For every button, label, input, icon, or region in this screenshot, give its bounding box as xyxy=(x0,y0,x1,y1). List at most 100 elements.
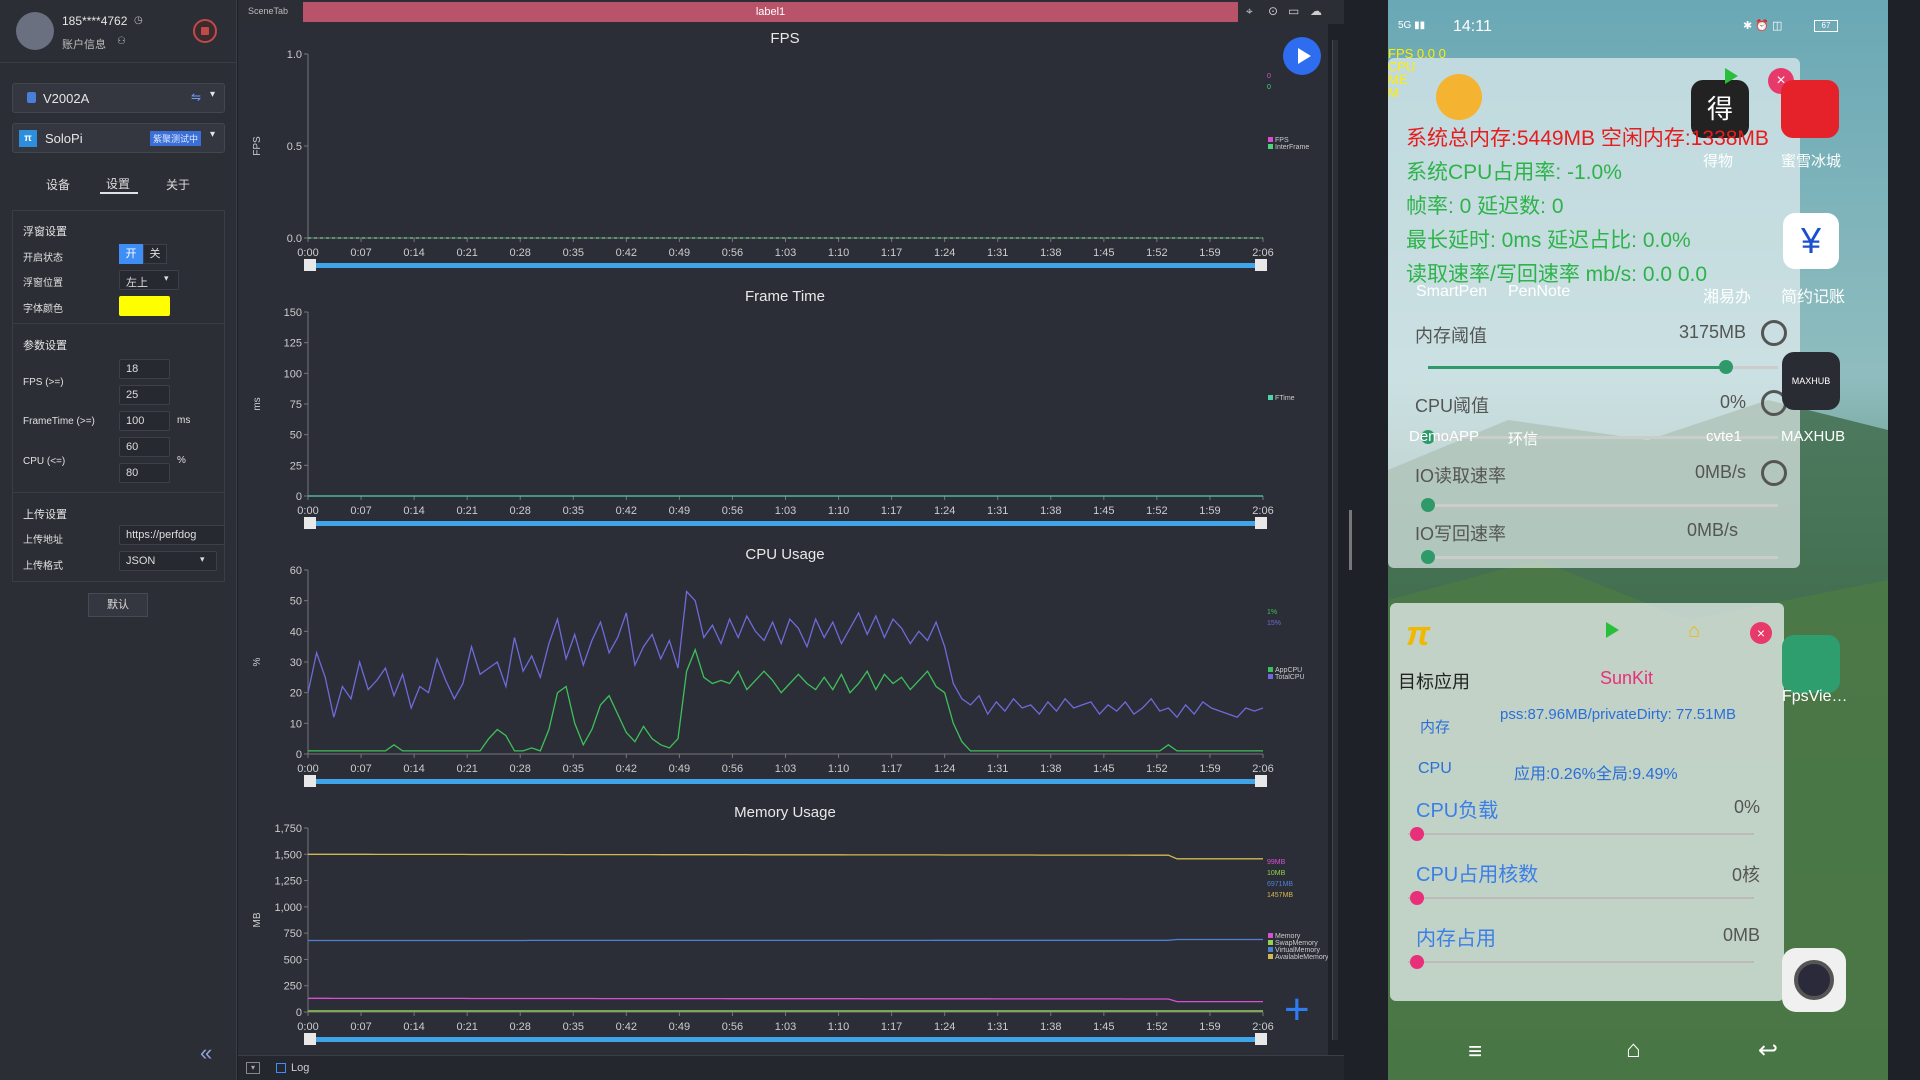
user-info-label[interactable]: 账户信息 xyxy=(62,36,106,52)
current-value: 15% xyxy=(1267,620,1281,627)
toggle-on[interactable]: 开 xyxy=(119,244,143,264)
chevron-down-icon[interactable]: ▾ xyxy=(246,1062,260,1074)
back-icon[interactable]: ↩ xyxy=(1758,1036,1778,1065)
y-tick-label: 750 xyxy=(284,928,302,940)
float-position-select[interactable]: 左上 ▾ xyxy=(119,270,179,290)
frametime-input[interactable]: 100 xyxy=(119,411,170,431)
y-axis-label: MB xyxy=(252,912,263,927)
fpsviewer-icon[interactable] xyxy=(1782,635,1840,693)
x-tick-label: 0:00 xyxy=(297,1021,318,1033)
cpu-threshold-value: 0% xyxy=(1719,392,1746,412)
scrollbar[interactable] xyxy=(1332,40,1338,1040)
status-time: 14:11 xyxy=(1453,18,1492,35)
play-icon[interactable] xyxy=(1725,68,1738,84)
range-handle-right xyxy=(1255,775,1267,787)
app-select[interactable]: π SoloPi 紫聚测试中 ▾ xyxy=(12,123,225,153)
x-tick-label: 0:35 xyxy=(563,763,584,775)
x-tick-label: 1:52 xyxy=(1146,1021,1167,1033)
io-read-threshold-slider[interactable] xyxy=(1428,504,1778,507)
device-select[interactable]: V2002A ⇋ ▾ xyxy=(12,83,225,113)
x-tick-label: 0:14 xyxy=(403,763,424,775)
fps-input-1[interactable]: 18 xyxy=(119,359,170,379)
tab-device[interactable]: 设备 xyxy=(46,176,70,193)
cpu-input-2[interactable]: 80 xyxy=(119,463,170,483)
range-handle-left xyxy=(304,259,316,271)
default-button[interactable]: 默认 xyxy=(88,593,148,617)
home-nav-icon[interactable]: ⌂ xyxy=(1626,1036,1641,1064)
home-icon[interactable]: ⌂ xyxy=(1688,620,1700,643)
y-tick-label: 0.0 xyxy=(287,233,302,245)
fps-input-2[interactable]: 25 xyxy=(119,385,170,405)
stop-button[interactable] xyxy=(193,19,217,43)
legend-label: SwapMemory xyxy=(1275,940,1318,947)
io-write-threshold-slider[interactable] xyxy=(1428,556,1778,559)
avatar[interactable] xyxy=(16,12,54,50)
log-checkbox[interactable] xyxy=(276,1063,286,1073)
cpu-label: CPU xyxy=(1418,760,1452,777)
x-tick-label: 0:14 xyxy=(403,247,424,259)
user-phone: 185****4762 xyxy=(62,14,128,28)
cpu-cores-slider[interactable] xyxy=(1408,897,1754,899)
memory-usage-value: 0MB xyxy=(1722,925,1760,945)
pin-icon[interactable]: ⊙ xyxy=(1268,4,1278,18)
x-tick-label: 0:35 xyxy=(563,1021,584,1033)
cloud-icon[interactable]: ☁ xyxy=(1310,4,1322,18)
cpu-value: 应用:0.26%全局:9.49% xyxy=(1514,766,1678,783)
slider-knob[interactable] xyxy=(1410,955,1424,969)
x-tick-label: 1:10 xyxy=(828,505,849,517)
scene-tab[interactable]: SceneTab xyxy=(248,6,288,16)
tab-settings[interactable]: 设置 xyxy=(106,175,130,192)
series-line-availablememory xyxy=(308,853,1263,860)
y-tick-label: 20 xyxy=(290,688,302,700)
maxhub-icon[interactable]: MAXHUB xyxy=(1782,352,1840,410)
yuan-app-icon[interactable]: ¥ xyxy=(1783,213,1839,269)
upload-address-input[interactable]: https://perfdog xyxy=(119,525,225,545)
cpu-load-slider[interactable] xyxy=(1408,833,1754,835)
slider-knob[interactable] xyxy=(1410,827,1424,841)
range-handle-right xyxy=(1255,259,1267,271)
cpu-input-1[interactable]: 60 xyxy=(119,437,170,457)
close-icon[interactable]: × xyxy=(1750,622,1772,644)
upload-format-select[interactable]: JSON ▾ xyxy=(119,551,217,571)
slider-knob[interactable] xyxy=(1421,498,1435,512)
slider-knob[interactable] xyxy=(1421,550,1435,564)
play-icon[interactable] xyxy=(1606,622,1619,638)
legend-swatch xyxy=(1268,144,1273,149)
folder-icon[interactable]: ▭ xyxy=(1288,4,1299,18)
y-tick-label: 1,500 xyxy=(274,849,302,861)
y-tick-label: 1,750 xyxy=(274,823,302,835)
x-tick-label: 1:59 xyxy=(1199,1021,1220,1033)
x-tick-label: 1:17 xyxy=(881,247,902,259)
float-position-value: 左上 xyxy=(126,277,148,289)
x-tick-label: 1:24 xyxy=(934,247,955,259)
splitter-handle[interactable] xyxy=(1349,510,1352,570)
play-button[interactable] xyxy=(1283,37,1321,75)
cpu-cores-value: 0核 xyxy=(1731,865,1760,885)
io-write-threshold-label: IO写回速率 xyxy=(1415,524,1507,544)
target-app-name[interactable]: SunKit xyxy=(1600,668,1653,689)
location-icon[interactable]: ⌖ xyxy=(1246,4,1253,19)
scene-label[interactable]: label1 xyxy=(303,2,1238,22)
current-value: 10MB xyxy=(1267,870,1286,877)
float-position-label: 浮窗位置 xyxy=(23,278,63,289)
x-tick-label: 0:35 xyxy=(563,247,584,259)
memory-usage-slider[interactable] xyxy=(1408,961,1754,963)
x-tick-label: 1:10 xyxy=(828,1021,849,1033)
add-icon[interactable]: + xyxy=(1284,988,1310,1032)
slider-knob[interactable] xyxy=(1410,891,1424,905)
tab-about[interactable]: 关于 xyxy=(166,176,190,193)
toggle-off[interactable]: 关 xyxy=(143,244,167,264)
menu-icon[interactable]: ≡ xyxy=(1468,1038,1482,1066)
time-range-slider xyxy=(308,779,1263,784)
x-tick-label: 0:28 xyxy=(510,1021,531,1033)
memory-threshold-radio[interactable] xyxy=(1761,320,1787,346)
user-manage-icon[interactable]: ⚇ xyxy=(117,36,126,47)
font-color-swatch[interactable] xyxy=(119,296,170,316)
slider-knob[interactable] xyxy=(1718,360,1733,374)
x-tick-label: 0:35 xyxy=(563,505,584,517)
camera-icon[interactable] xyxy=(1782,948,1846,1012)
collapse-icon[interactable]: « xyxy=(200,1040,212,1066)
x-tick-label: 2:06 xyxy=(1252,247,1273,259)
io-read-threshold-radio[interactable] xyxy=(1761,460,1787,486)
y-tick-label: 60 xyxy=(290,565,302,577)
